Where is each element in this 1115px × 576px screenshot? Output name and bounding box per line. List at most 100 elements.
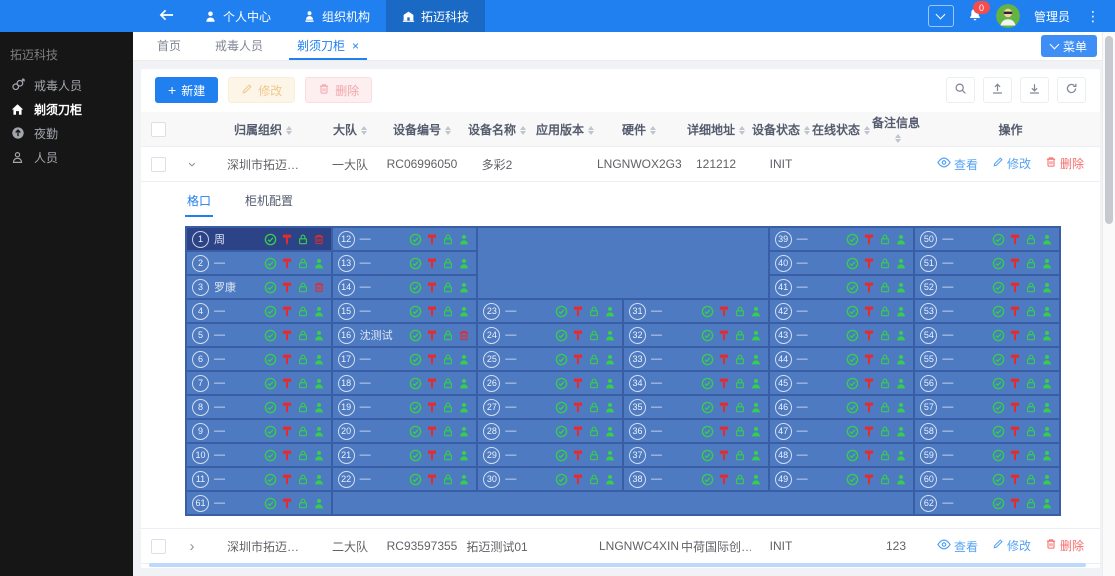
person-icon[interactable] <box>1041 401 1053 414</box>
razor-icon[interactable] <box>572 377 584 390</box>
person-icon[interactable] <box>458 305 470 318</box>
person-icon[interactable] <box>895 401 907 414</box>
razor-icon[interactable] <box>572 449 584 462</box>
person-icon[interactable] <box>895 353 907 366</box>
close-icon[interactable]: × <box>352 32 359 60</box>
lock-icon[interactable] <box>297 305 309 318</box>
lock-icon[interactable] <box>297 473 309 486</box>
razor-icon[interactable] <box>863 353 875 366</box>
check-icon[interactable] <box>992 497 1005 510</box>
person-icon[interactable] <box>895 233 907 246</box>
locker-cell[interactable]: 19— <box>333 396 477 418</box>
person-icon[interactable] <box>895 329 907 342</box>
person-icon[interactable] <box>313 305 325 318</box>
person-icon[interactable] <box>1041 377 1053 390</box>
lock-icon[interactable] <box>1025 329 1037 342</box>
razor-icon[interactable] <box>1009 425 1021 438</box>
sort-icon[interactable] <box>864 126 870 135</box>
locker-cell[interactable]: 8— <box>187 396 331 418</box>
person-icon[interactable] <box>1041 353 1053 366</box>
lock-icon[interactable] <box>734 425 746 438</box>
locker-cell[interactable]: 32— <box>624 324 768 346</box>
razor-icon[interactable] <box>718 401 730 414</box>
lock-icon[interactable] <box>734 305 746 318</box>
lock-icon[interactable] <box>879 449 891 462</box>
check-icon[interactable] <box>992 305 1005 318</box>
col-header-hardware[interactable]: 硬件 <box>597 112 681 147</box>
lock-icon[interactable] <box>1025 257 1037 270</box>
lock-icon[interactable] <box>734 473 746 486</box>
edit-action[interactable]: 修改 <box>992 537 1031 554</box>
lock-icon[interactable] <box>442 353 454 366</box>
search-button[interactable] <box>946 77 975 103</box>
nav-item-personal-center[interactable]: 个人中心 <box>188 0 287 32</box>
person-icon[interactable] <box>895 281 907 294</box>
razor-icon[interactable] <box>1009 305 1021 318</box>
horizontal-scrollbar[interactable] <box>149 563 1086 567</box>
check-icon[interactable] <box>846 449 859 462</box>
person-icon[interactable] <box>458 425 470 438</box>
person-icon[interactable] <box>313 353 325 366</box>
lock-icon[interactable] <box>297 377 309 390</box>
lock-icon[interactable] <box>588 425 600 438</box>
razor-icon[interactable] <box>572 473 584 486</box>
razor-icon[interactable] <box>281 449 293 462</box>
razor-icon[interactable] <box>426 473 438 486</box>
person-icon[interactable] <box>1041 329 1053 342</box>
person-icon[interactable] <box>750 353 762 366</box>
person-icon[interactable] <box>604 401 616 414</box>
lock-icon[interactable] <box>734 401 746 414</box>
check-icon[interactable] <box>555 401 568 414</box>
sort-icon[interactable] <box>739 126 745 135</box>
locker-cell[interactable]: 13— <box>333 252 477 274</box>
lock-icon[interactable] <box>879 305 891 318</box>
locker-cell[interactable]: 40— <box>770 252 914 274</box>
razor-icon[interactable] <box>1009 401 1021 414</box>
lock-icon[interactable] <box>879 425 891 438</box>
check-icon[interactable] <box>264 401 277 414</box>
razor-icon[interactable] <box>572 353 584 366</box>
razor-icon[interactable] <box>572 425 584 438</box>
razor-icon[interactable] <box>281 425 293 438</box>
person-icon[interactable] <box>1041 305 1053 318</box>
lock-icon[interactable] <box>734 449 746 462</box>
lock-icon[interactable] <box>297 233 309 246</box>
check-icon[interactable] <box>992 329 1005 342</box>
person-icon[interactable] <box>1041 425 1053 438</box>
person-icon[interactable] <box>313 473 325 486</box>
check-icon[interactable] <box>264 353 277 366</box>
lock-icon[interactable] <box>442 473 454 486</box>
col-header-org[interactable]: 归属组织 <box>209 112 317 147</box>
locker-cell[interactable]: 36— <box>624 420 768 442</box>
check-icon[interactable] <box>264 305 277 318</box>
locker-cell[interactable]: 58— <box>915 420 1059 442</box>
check-icon[interactable] <box>701 377 714 390</box>
locker-cell[interactable]: 14— <box>333 276 477 298</box>
row-expand-toggle[interactable]: › <box>190 539 195 554</box>
razor-icon[interactable] <box>1009 329 1021 342</box>
person-icon[interactable] <box>1041 473 1053 486</box>
razor-icon[interactable] <box>426 257 438 270</box>
locker-cell[interactable]: 12— <box>333 228 477 250</box>
person-icon[interactable] <box>458 353 470 366</box>
locker-cell[interactable]: 54— <box>915 324 1059 346</box>
check-icon[interactable] <box>409 449 422 462</box>
check-icon[interactable] <box>264 497 277 510</box>
lock-icon[interactable] <box>879 281 891 294</box>
check-icon[interactable] <box>701 305 714 318</box>
check-icon[interactable] <box>264 281 277 294</box>
lock-icon[interactable] <box>297 353 309 366</box>
lock-icon[interactable] <box>588 473 600 486</box>
select-all-checkbox[interactable] <box>151 122 166 137</box>
lock-icon[interactable] <box>588 353 600 366</box>
razor-icon[interactable] <box>863 449 875 462</box>
check-icon[interactable] <box>992 377 1005 390</box>
col-header-device-no[interactable]: 设备编号 <box>383 112 461 147</box>
export-button[interactable] <box>983 77 1012 103</box>
check-icon[interactable] <box>409 329 422 342</box>
check-icon[interactable] <box>992 473 1005 486</box>
lock-icon[interactable] <box>879 473 891 486</box>
person-icon[interactable] <box>895 449 907 462</box>
locker-cell[interactable]: 10— <box>187 444 331 466</box>
back-button[interactable] <box>145 0 188 32</box>
